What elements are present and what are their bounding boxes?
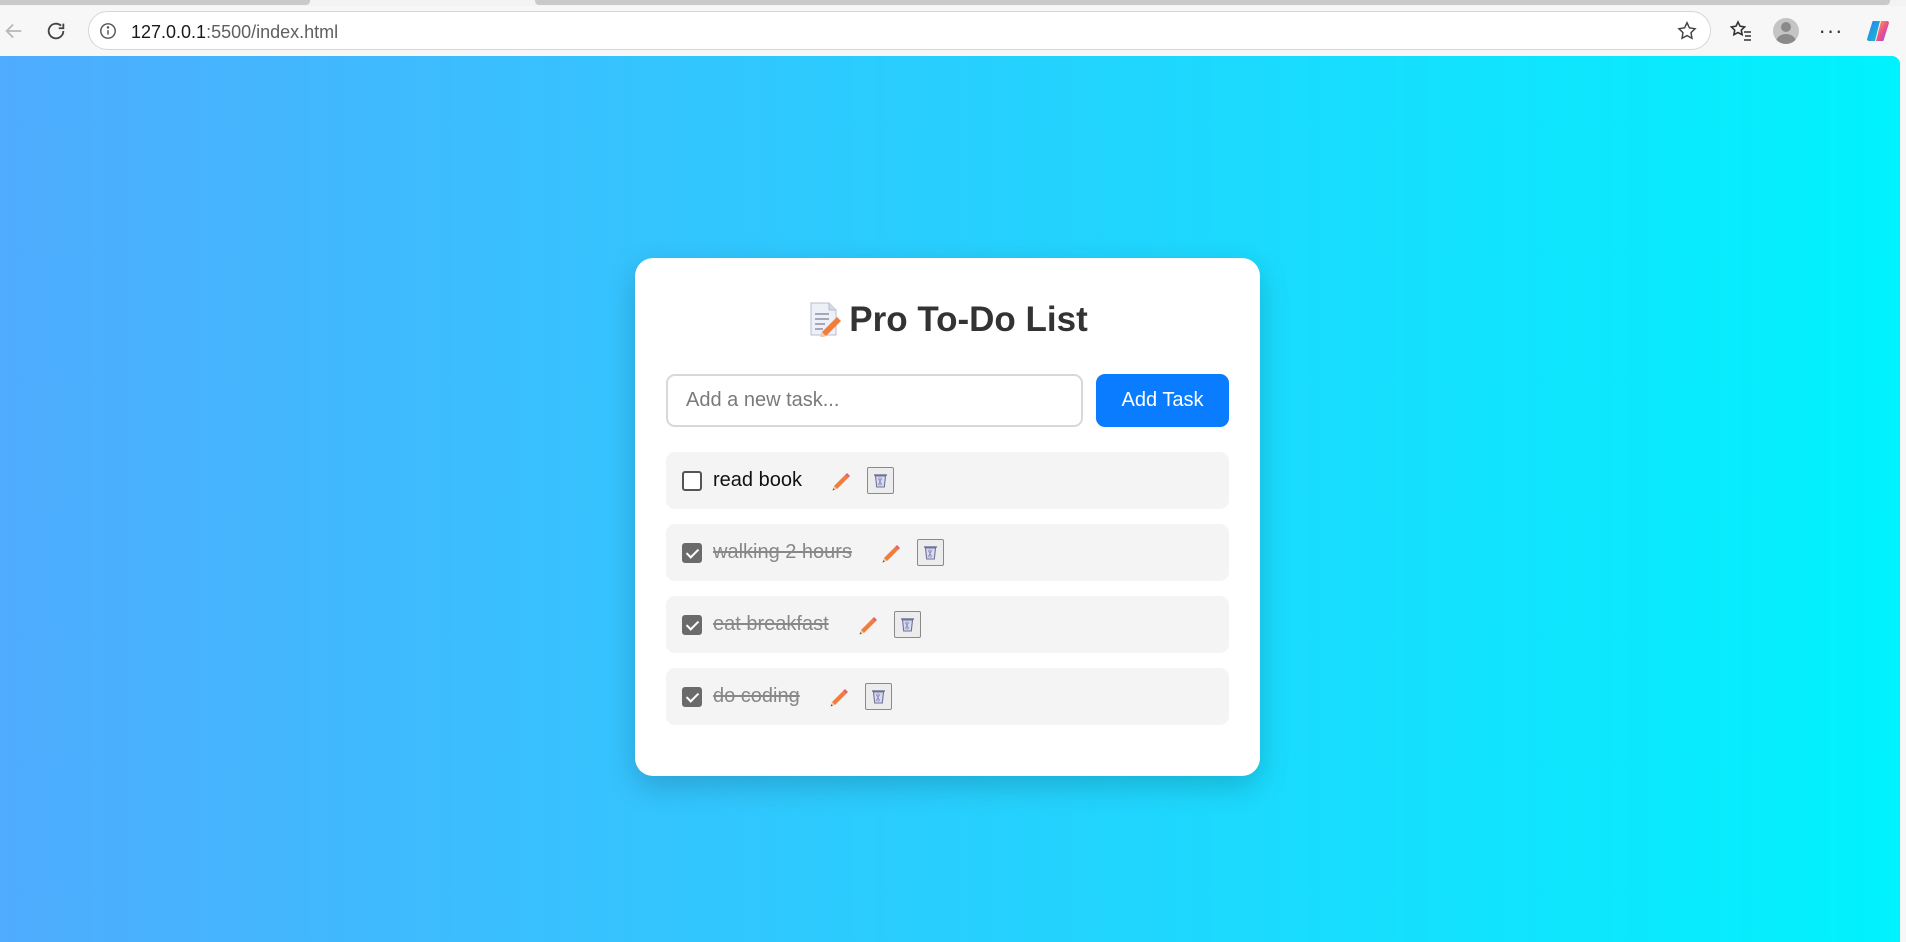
url-path: :5500/index.html bbox=[206, 22, 339, 42]
delete-button[interactable] bbox=[893, 611, 921, 638]
page-viewport: Pro To-Do List Add Task read book walkin… bbox=[0, 56, 1900, 942]
trash-icon bbox=[923, 546, 937, 560]
title-text: Pro To-Do List bbox=[849, 300, 1088, 339]
profile-icon[interactable] bbox=[1773, 18, 1799, 44]
url-host: 127.0.0.1 bbox=[131, 22, 207, 42]
task-item: walking 2 hours bbox=[666, 524, 1229, 581]
add-task-button[interactable]: Add Task bbox=[1096, 374, 1229, 427]
task-text: eat breakfast bbox=[713, 613, 829, 635]
star-icon[interactable] bbox=[1676, 20, 1698, 42]
url-text[interactable]: 127.0.0.1:5500/index.html bbox=[131, 22, 338, 43]
favorites-icon[interactable] bbox=[1728, 18, 1754, 44]
browser-tab[interactable] bbox=[535, 0, 1890, 5]
trash-icon bbox=[871, 690, 885, 704]
info-icon[interactable] bbox=[99, 22, 117, 40]
edit-button[interactable] bbox=[825, 684, 851, 710]
task-checkbox[interactable] bbox=[682, 614, 702, 635]
pencil-icon bbox=[859, 616, 877, 634]
reload-icon[interactable] bbox=[42, 17, 70, 45]
delete-button[interactable] bbox=[866, 467, 894, 494]
pencil-icon bbox=[832, 472, 850, 490]
avatar bbox=[1773, 18, 1799, 44]
edit-button[interactable] bbox=[877, 540, 903, 566]
delete-button[interactable] bbox=[916, 539, 944, 566]
edit-button[interactable] bbox=[854, 612, 880, 638]
task-checkbox[interactable] bbox=[682, 542, 702, 563]
address-bar[interactable]: 127.0.0.1:5500/index.html bbox=[88, 11, 1711, 50]
memo-icon bbox=[810, 302, 842, 337]
task-item: read book bbox=[666, 452, 1229, 509]
trash-icon bbox=[873, 474, 887, 488]
task-checkbox[interactable] bbox=[682, 686, 702, 707]
task-item: do coding bbox=[666, 668, 1229, 725]
task-input[interactable] bbox=[666, 374, 1083, 427]
delete-button[interactable] bbox=[864, 683, 892, 710]
task-list: read book walking 2 hours eat breakfast … bbox=[666, 452, 1229, 740]
back-icon[interactable] bbox=[0, 17, 28, 45]
pencil-icon bbox=[830, 688, 848, 706]
trash-icon bbox=[900, 618, 914, 632]
task-text: read book bbox=[713, 469, 802, 491]
task-item: eat breakfast bbox=[666, 596, 1229, 653]
page-title: Pro To-Do List bbox=[635, 300, 1260, 340]
task-checkbox[interactable] bbox=[682, 470, 702, 491]
more-icon[interactable]: ··· bbox=[1818, 18, 1844, 44]
pencil-icon bbox=[882, 544, 900, 562]
copilot-icon[interactable] bbox=[1865, 18, 1891, 44]
todo-card: Pro To-Do List Add Task read book walkin… bbox=[635, 258, 1260, 776]
edit-button[interactable] bbox=[827, 468, 853, 494]
task-text: walking 2 hours bbox=[713, 541, 852, 563]
task-text: do coding bbox=[713, 685, 800, 707]
browser-toolbar: 127.0.0.1:5500/index.html ··· bbox=[0, 6, 1906, 56]
window-edge bbox=[1900, 56, 1906, 942]
browser-tab[interactable] bbox=[0, 0, 310, 5]
